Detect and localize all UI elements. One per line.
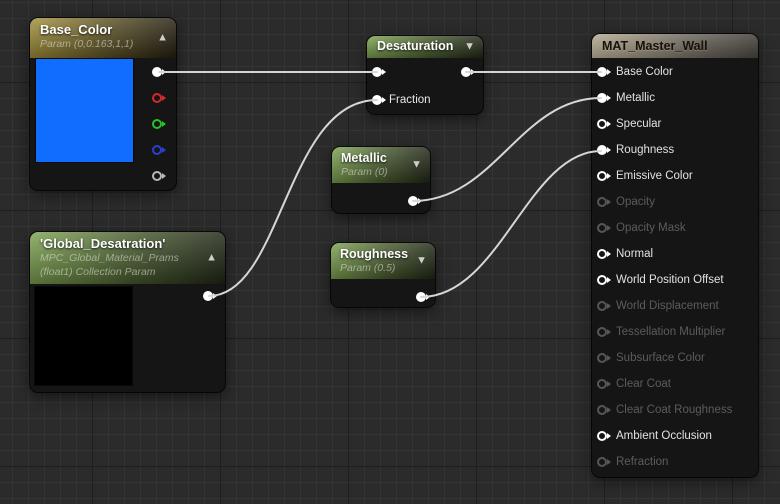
mat-input-refraction[interactable]: Refraction: [592, 449, 758, 475]
pin-emissive-color-input[interactable]: [597, 171, 611, 181]
pin-a-output[interactable]: [152, 171, 166, 181]
pin-clear-coat-input[interactable]: [597, 379, 611, 389]
node-roughness[interactable]: Roughness Param (0.5) ▼: [331, 243, 435, 307]
pin-clear-coat-roughness-input[interactable]: [597, 405, 611, 415]
mat-input-roughness[interactable]: Roughness: [592, 137, 758, 163]
pin-roughness-output[interactable]: [416, 292, 430, 302]
node-title: 'Global_Desatration': [40, 236, 166, 251]
pin-base-color-input[interactable]: [597, 67, 611, 77]
node-mat-master-wall[interactable]: MAT_Master_Wall Base Color Metallic Spec…: [592, 34, 758, 477]
collapse-down-icon[interactable]: ▼: [464, 41, 475, 53]
pin-normal-input[interactable]: [597, 249, 611, 259]
pin-desaturation-input[interactable]: [372, 67, 386, 77]
pin-b-output[interactable]: [152, 145, 166, 155]
mat-input-clear-coat[interactable]: Clear Coat: [592, 371, 758, 397]
node-subtitle: Param (0,0.163,1,1): [40, 38, 134, 50]
wire-roughness-to-mat-roughness[interactable]: [420, 150, 602, 298]
node-title: Metallic: [341, 151, 387, 165]
mat-input-world-displacement[interactable]: World Displacement: [592, 293, 758, 319]
color-preview-swatch[interactable]: [36, 59, 133, 162]
pin-metallic-output[interactable]: [408, 196, 422, 206]
pin-opacity-mask-input[interactable]: [597, 223, 611, 233]
pin-fraction-input[interactable]: [372, 95, 386, 105]
pin-global-output[interactable]: [203, 291, 217, 301]
node-header: Desaturation ▼: [367, 36, 483, 58]
pin-metallic-input[interactable]: [597, 93, 611, 103]
pin-specular-input[interactable]: [597, 119, 611, 129]
node-header: Roughness Param (0.5) ▼: [331, 243, 435, 279]
mat-input-metallic[interactable]: Metallic: [592, 85, 758, 111]
pin-opacity-input[interactable]: [597, 197, 611, 207]
pin-subsurface-color-input[interactable]: [597, 353, 611, 363]
node-header: Base_Color Param (0,0.163,1,1) ▲: [30, 18, 176, 58]
node-header: Metallic Param (0) ▼: [332, 147, 430, 183]
collapse-up-icon[interactable]: ▲: [157, 32, 168, 44]
mat-input-subsurface-color[interactable]: Subsurface Color: [592, 345, 758, 371]
mat-input-opacity-mask[interactable]: Opacity Mask: [592, 215, 758, 241]
pin-world-position-offset-input[interactable]: [597, 275, 611, 285]
mat-input-specular[interactable]: Specular: [592, 111, 758, 137]
node-header: 'Global_Desatration' MPC_Global_Material…: [30, 232, 225, 284]
pin-ambient-occlusion-input[interactable]: [597, 431, 611, 441]
node-global-desaturation[interactable]: 'Global_Desatration' MPC_Global_Material…: [30, 232, 225, 392]
collapse-down-icon[interactable]: ▼: [411, 159, 422, 171]
collapse-up-icon[interactable]: ▲: [206, 252, 217, 264]
node-title: Base_Color: [40, 22, 113, 37]
color-preview-swatch[interactable]: [35, 287, 132, 385]
graph-canvas[interactable]: Base_Color Param (0,0.163,1,1) ▲ 'Global…: [0, 0, 780, 504]
pin-g-output[interactable]: [152, 119, 166, 129]
collapse-down-icon[interactable]: ▼: [416, 255, 427, 267]
pin-world-displacement-input[interactable]: [597, 301, 611, 311]
pin-rgb-output[interactable]: [152, 67, 166, 77]
node-desaturation[interactable]: Desaturation ▼ Fraction: [367, 36, 483, 114]
mat-input-normal[interactable]: Normal: [592, 241, 758, 267]
fraction-pin-label: Fraction: [389, 94, 431, 106]
pin-tessellation-multiplier-input[interactable]: [597, 327, 611, 337]
node-metallic[interactable]: Metallic Param (0) ▼: [332, 147, 430, 213]
material-input-list: Base Color Metallic Specular Roughness E…: [592, 59, 758, 475]
pin-r-output[interactable]: [152, 93, 166, 103]
mat-input-tessellation-multiplier[interactable]: Tessellation Multiplier: [592, 319, 758, 345]
node-title: Desaturation: [377, 39, 454, 53]
node-title: MAT_Master_Wall: [602, 39, 708, 53]
pin-refraction-input[interactable]: [597, 457, 611, 467]
mat-input-emissive-color[interactable]: Emissive Color: [592, 163, 758, 189]
pin-desaturation-output[interactable]: [461, 67, 475, 77]
node-subtitle: Param (0): [341, 166, 388, 178]
mat-input-world-position-offset[interactable]: World Position Offset: [592, 267, 758, 293]
mat-input-opacity[interactable]: Opacity: [592, 189, 758, 215]
node-title: Roughness: [340, 247, 409, 261]
mat-input-clear-coat-roughness[interactable]: Clear Coat Roughness: [592, 397, 758, 423]
node-subtitle: Param (0.5): [340, 262, 396, 274]
node-subtitle: MPC_Global_Material_Prams (float1) Colle…: [40, 252, 179, 278]
mat-input-ambient-occlusion[interactable]: Ambient Occlusion: [592, 423, 758, 449]
pin-roughness-input[interactable]: [597, 145, 611, 155]
node-header: MAT_Master_Wall: [592, 34, 758, 58]
node-base-color[interactable]: Base_Color Param (0,0.163,1,1) ▲: [30, 18, 176, 190]
mat-input-base-color[interactable]: Base Color: [592, 59, 758, 85]
